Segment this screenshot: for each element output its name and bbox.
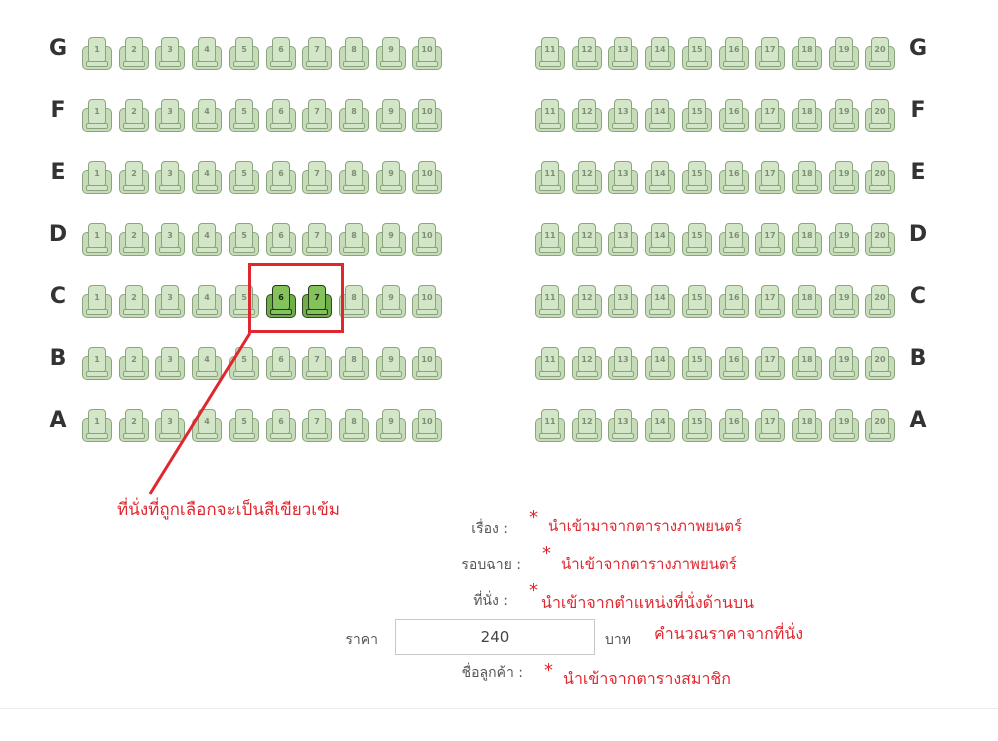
price-input[interactable] [395, 619, 595, 655]
price-unit: บาท [605, 632, 631, 648]
price-label: ราคา [345, 632, 378, 648]
customer-note: นำเข้าจากตารางสมาชิก [563, 669, 731, 688]
showtime-label: รอบฉาย : [461, 557, 521, 573]
footer-divider [0, 708, 998, 709]
selected-seat-note: ที่นั่งที่ถูกเลือกจะเป็นสีเขียวเข้ม [117, 500, 340, 520]
showtime-note: นำเข้าจากตารางภาพยนตร์ [561, 555, 737, 573]
price-note: คำนวณราคาจากที่นั่ง [654, 624, 804, 643]
movie-note: นำเข้ามาจากตารางภาพยนตร์ [548, 517, 743, 535]
showtime-required-asterisk: * [542, 543, 551, 564]
seat-label: ที่นั่ง : [473, 593, 508, 609]
seat-note: นำเข้าจากตำแหน่งที่นั่งด้านบน [541, 593, 755, 612]
customer-name-label: ชื่อลูกค้า : [461, 665, 523, 681]
movie-required-asterisk: * [529, 507, 538, 528]
movie-label: เรื่อง : [471, 521, 508, 537]
customer-required-asterisk: * [544, 660, 553, 681]
seat-required-asterisk: * [529, 580, 538, 601]
